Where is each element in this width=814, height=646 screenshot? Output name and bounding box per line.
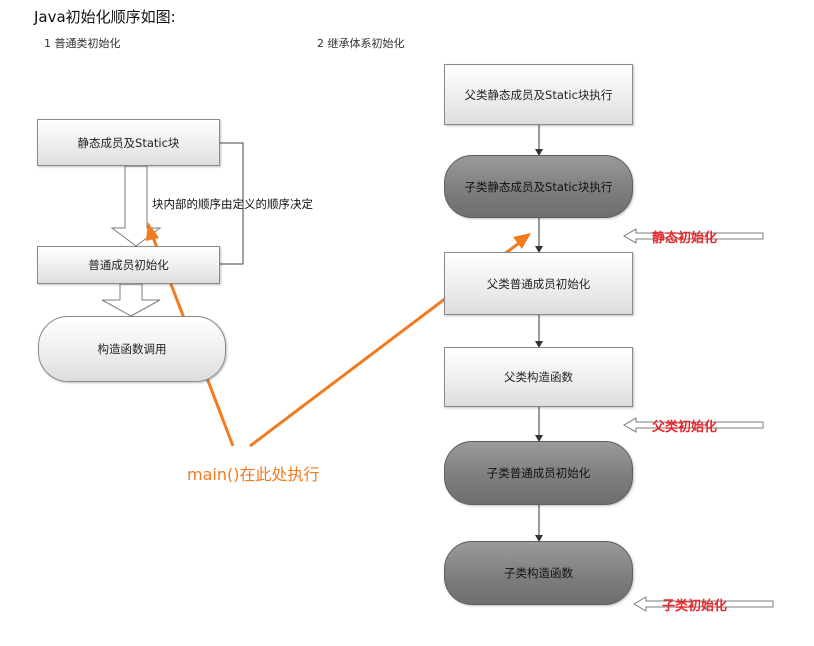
static-init-label: 静态初始化: [652, 231, 718, 246]
page-heading: Java初始化顺序如图:: [34, 8, 176, 26]
parent-instance-box: 父类普通成员初始化: [444, 252, 633, 315]
order-note: 块内部的顺序由定义的顺序决定: [152, 197, 313, 211]
left-block-arrow-2: [101, 283, 161, 317]
main-execution-note: main()在此处执行: [187, 465, 320, 484]
child-init-label: 子类初始化: [662, 599, 728, 614]
instance-init-box: 普通成员初始化: [37, 246, 220, 284]
section1-title: 1 普通类初始化: [44, 37, 121, 50]
child-constructor-box: 子类构造函数: [444, 541, 633, 605]
orange-arrowhead-left: [146, 222, 159, 241]
static-block-box: 静态成员及Static块: [37, 119, 220, 166]
constructor-call-box: 构造函数调用: [38, 316, 226, 382]
section2-title: 2 继承体系初始化: [317, 37, 405, 50]
parent-init-label: 父类初始化: [652, 420, 718, 435]
child-instance-box: 子类普通成员初始化: [444, 441, 633, 505]
child-static-box: 子类静态成员及Static块执行: [444, 155, 633, 218]
parent-static-box: 父类静态成员及Static块执行: [444, 64, 633, 125]
parent-constructor-box: 父类构造函数: [444, 347, 633, 407]
orange-arrowhead-right: [513, 233, 531, 249]
